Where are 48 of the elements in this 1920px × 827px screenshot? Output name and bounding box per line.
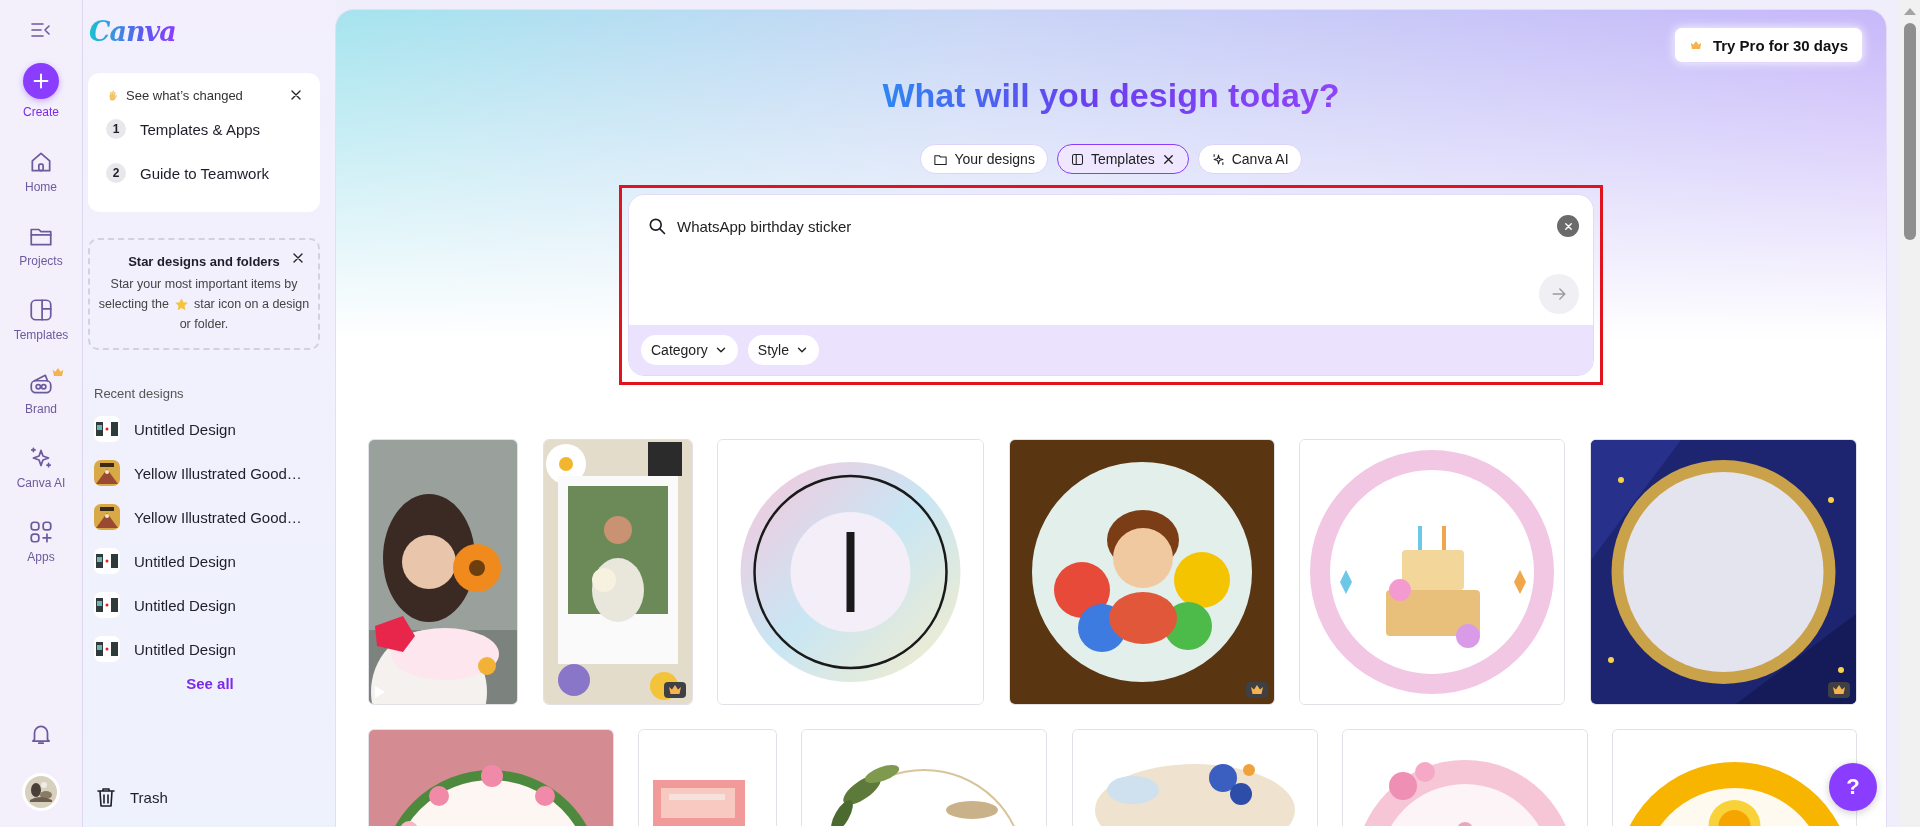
see-all-link[interactable]: See all	[186, 675, 234, 692]
filter-chip[interactable]: Templates	[1056, 144, 1189, 174]
layout-icon	[28, 297, 54, 323]
nav-item[interactable]: Brand	[5, 365, 77, 422]
filter-chip[interactable]: Canva AI	[1197, 144, 1302, 174]
dropdown-button[interactable]: Category	[641, 335, 738, 365]
step-number: 1	[106, 119, 126, 139]
recent-design-item[interactable]: Untitled Design	[88, 411, 320, 447]
nav-item[interactable]: Templates	[5, 291, 77, 348]
close-icon	[1562, 220, 1574, 232]
search-field[interactable]: WhatsApp birthday sticker	[677, 217, 1547, 235]
recent-design-item[interactable]: Untitled Design	[88, 587, 320, 623]
grid-plus-icon	[28, 519, 54, 545]
sparkle-icon	[1210, 151, 1226, 167]
nav-item[interactable]: Canva AI	[5, 439, 77, 496]
step-link[interactable]: Templates & Apps	[140, 120, 261, 138]
layout-icon	[1069, 151, 1085, 167]
recent-design-item[interactable]: Yellow Illustrated Good…	[88, 455, 320, 491]
recent-design-item[interactable]: Untitled Design	[88, 631, 320, 667]
scrollbar-thumb[interactable]	[1904, 23, 1916, 240]
bag-icon	[28, 371, 54, 397]
try-pro-button[interactable]: Try Pro for 30 days	[1673, 27, 1863, 63]
step-link[interactable]: Guide to Teamwork	[140, 164, 269, 182]
tip-text: selecting the	[98, 296, 169, 313]
nav-item[interactable]: Projects	[5, 217, 77, 274]
tip-text: Star your most important items by	[110, 276, 298, 293]
nav-item[interactable]: Home	[5, 143, 77, 200]
tip-title: Star designs and folders	[128, 254, 280, 269]
create-button[interactable]	[23, 63, 59, 99]
step-number: 2	[106, 163, 126, 183]
trash-icon	[94, 785, 118, 809]
recent-design-item[interactable]: Untitled Design	[88, 543, 320, 579]
help-button[interactable]: ?	[1829, 763, 1877, 811]
filter-chip[interactable]: Your designs	[920, 144, 1048, 174]
card-title: See what’s changed	[126, 87, 244, 103]
section-heading: Recent designs	[93, 386, 185, 401]
star-icon	[173, 296, 189, 312]
scrollbar[interactable]	[1900, 0, 1920, 827]
sparkle-icon	[28, 445, 54, 471]
dropdown-button[interactable]: Style	[747, 335, 819, 365]
trash-button[interactable]: Trash	[88, 785, 174, 809]
nav-item[interactable]: Apps	[5, 513, 77, 570]
clear-button[interactable]	[1557, 215, 1579, 237]
search-icon	[647, 216, 667, 236]
tip-text: star icon on a design	[193, 296, 310, 313]
tip-text: or folder.	[179, 316, 229, 333]
create-label: Create	[23, 105, 59, 119]
recent-design-item[interactable]: Yellow Illustrated Good…	[88, 499, 320, 535]
